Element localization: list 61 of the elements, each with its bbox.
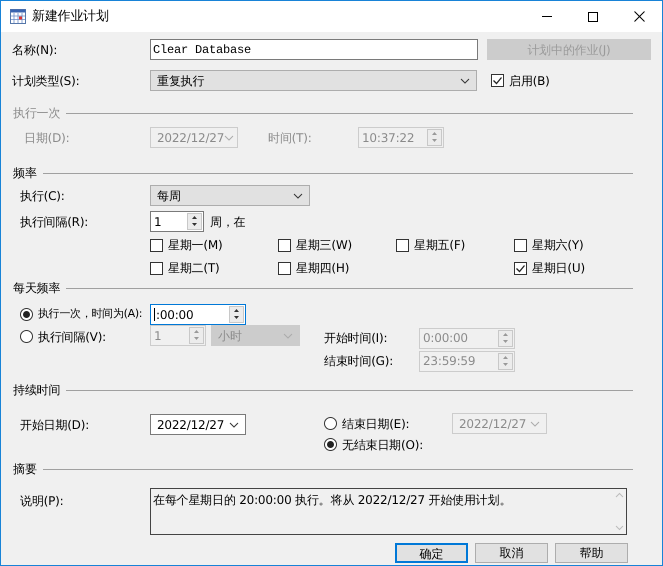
field-label: 计划类型(S): <box>12 74 80 88</box>
field-label: 日期(D): <box>24 130 70 144</box>
unit-label: 周，在 <box>210 214 246 230</box>
chevron-down-icon <box>224 134 234 140</box>
checkbox[interactable] <box>150 262 163 274</box>
time-spinner[interactable]: :00:00 <box>150 304 246 325</box>
group-title: 持续时间 <box>13 382 60 399</box>
dialog-button[interactable]: 取消 <box>475 543 548 563</box>
dialog-button[interactable]: 确定 <box>395 543 468 563</box>
field-label: 开始时间(I): <box>324 331 388 345</box>
checkbox-label: 星期六(Y) <box>532 237 584 254</box>
checkbox[interactable] <box>491 74 504 87</box>
recurs-spinner[interactable]: 1 <box>150 211 204 232</box>
checkbox[interactable] <box>278 262 291 274</box>
field-label: 执行间隔(R): <box>20 214 88 228</box>
checkbox-label: 星期五(F) <box>414 237 466 254</box>
radio-label: 结束日期(E): <box>342 416 410 432</box>
spin-buttons[interactable] <box>229 306 244 323</box>
field-label: 结束时间(G): <box>324 354 394 368</box>
radio-label: 执行间隔(V): <box>38 328 106 346</box>
group-title: 执行一次 <box>13 105 60 122</box>
name-field[interactable]: Clear Database <box>150 39 478 60</box>
radio-button[interactable] <box>324 438 337 451</box>
field-label: 执行(C): <box>20 188 65 202</box>
checkbox-label: 星期二(T) <box>168 260 220 277</box>
field-label: 时间(T): <box>268 130 312 144</box>
chevron-down-icon <box>293 192 303 198</box>
group-title: 频率 <box>13 165 37 182</box>
checkbox[interactable] <box>150 238 163 252</box>
field-label: 说明(P): <box>20 494 64 508</box>
checkbox-label: 启用(B) <box>509 72 550 90</box>
start-date-picker[interactable]: 2022/12/27 <box>150 414 246 435</box>
description-text: 在每个星期日的 20:00:00 执行。将从 2022/12/27 开始使用计划。 <box>152 492 512 509</box>
radio-button[interactable] <box>324 417 337 430</box>
checkbox[interactable] <box>278 238 291 252</box>
chevron-down-icon <box>283 332 293 338</box>
chevron-down-icon <box>229 422 239 428</box>
checkbox[interactable] <box>514 262 527 274</box>
chevron-down-icon <box>460 78 470 84</box>
checkbox[interactable] <box>514 238 527 252</box>
checkbox[interactable] <box>396 238 409 252</box>
field-label: 开始日期(D): <box>20 418 90 432</box>
radio-label: 执行一次，时间为(A): <box>38 306 142 322</box>
close-icon <box>634 11 644 22</box>
radio-button[interactable] <box>20 308 33 321</box>
calendar-icon <box>10 9 26 24</box>
schedule-type-dropdown[interactable]: 重复执行 <box>150 70 477 91</box>
group-title: 摘要 <box>13 461 37 478</box>
checkbox-label: 星期三(W) <box>296 237 352 254</box>
field-label: 名称(N): <box>12 42 58 56</box>
spin-buttons[interactable] <box>187 213 202 230</box>
chevron-down-icon <box>530 420 540 426</box>
checkbox-label: 星期日(U) <box>532 260 585 277</box>
dialog-button[interactable]: 帮助 <box>555 543 628 563</box>
group-title: 每天频率 <box>13 280 60 297</box>
checkbox-label: 星期四(H) <box>296 260 350 277</box>
radio-label: 无结束日期(O): <box>342 436 424 454</box>
radio-button[interactable] <box>20 330 33 343</box>
checkbox-label: 星期一(M) <box>168 237 223 254</box>
window-title: 新建作业计划 <box>32 8 109 26</box>
occurs-dropdown[interactable]: 每周 <box>150 185 310 206</box>
